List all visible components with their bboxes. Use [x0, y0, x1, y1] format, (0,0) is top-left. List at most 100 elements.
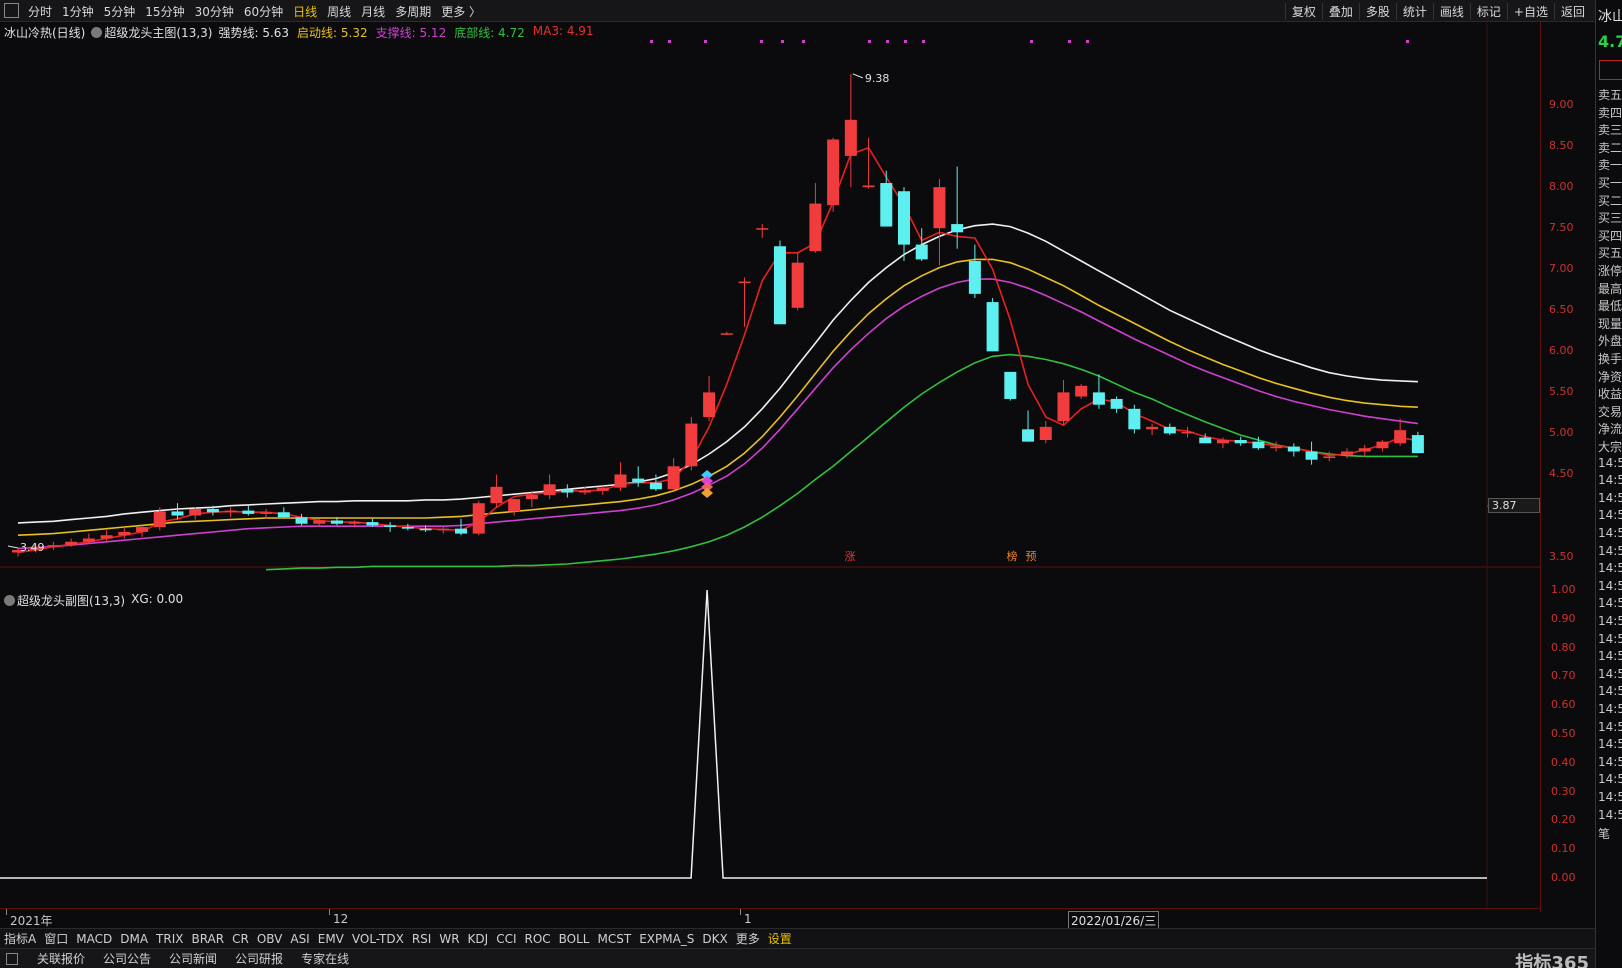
candle-body — [1110, 398, 1123, 409]
candle-body — [1039, 426, 1052, 441]
price-tick: 5.50 — [1549, 385, 1574, 399]
indicator-tab-16[interactable]: BOLL — [555, 932, 594, 946]
indicator-tab-3[interactable]: DMA — [116, 932, 152, 946]
tab-3[interactable]: 15分钟 — [145, 3, 184, 20]
event-tag[interactable]: 涨 — [845, 550, 856, 563]
tab-0[interactable]: 分时 — [28, 3, 52, 20]
indicator-tab-13[interactable]: KDJ — [464, 932, 493, 946]
toolbar-button-0[interactable]: 复权 — [1284, 3, 1322, 20]
indicator-tab-6[interactable]: CR — [228, 932, 253, 946]
candle-body — [880, 183, 893, 227]
event-tag[interactable]: 榜 — [1007, 549, 1018, 563]
sub-tick: 0.00 — [1551, 871, 1576, 884]
indicator-tab-9[interactable]: EMV — [314, 932, 348, 946]
status-link-2[interactable]: 公司新闻 — [160, 950, 226, 967]
quote-row-11: 最高 — [1598, 281, 1622, 296]
indicator-tab-12[interactable]: WR — [435, 932, 463, 946]
status-link-1[interactable]: 公司公告 — [94, 950, 160, 967]
line-bottom — [266, 353, 1418, 571]
quote-row-26: 14:5 — [1598, 543, 1622, 558]
tab-1[interactable]: 1分钟 — [62, 3, 94, 20]
toolbar-button-2[interactable]: 多股 — [1358, 3, 1396, 20]
candle — [472, 500, 485, 536]
toolbar-button-4[interactable]: 画线 — [1432, 3, 1470, 20]
quote-row-8: 买四 — [1598, 228, 1622, 243]
candle-body — [1216, 440, 1229, 444]
indicator-tab-1[interactable]: 窗口 — [40, 930, 72, 947]
tab-5[interactable]: 60分钟 — [244, 3, 283, 20]
indicator-tab-8[interactable]: ASI — [286, 932, 313, 946]
event-tag[interactable]: 预 — [1026, 550, 1037, 563]
signal-dot — [668, 40, 671, 43]
price-tick: 6.00 — [1549, 344, 1574, 358]
sub-tick: 0.90 — [1551, 611, 1576, 625]
quote-row-31: 14:5 — [1598, 631, 1622, 646]
toolbar-button-7[interactable]: 返回 — [1553, 3, 1591, 20]
window-toggle-button[interactable] — [4, 3, 19, 18]
tab-10[interactable]: 更多 〉 — [441, 3, 481, 20]
candle — [242, 505, 255, 516]
status-link-3[interactable]: 公司研报 — [226, 950, 292, 967]
tab-9[interactable]: 多周期 — [395, 3, 431, 20]
toolbar-button-5[interactable]: 标记 — [1469, 3, 1507, 20]
candle-body — [1394, 430, 1407, 444]
indicator-tab-20[interactable]: 更多 — [732, 930, 764, 947]
price-tick: 7.00 — [1549, 262, 1574, 276]
candle — [880, 170, 893, 227]
candle-body — [1146, 426, 1159, 430]
indicator-tab-11[interactable]: RSI — [408, 932, 436, 946]
indicator-tab-10[interactable]: VOL-TDX — [348, 932, 408, 946]
signal-dot — [704, 40, 707, 43]
indicator-tab-7[interactable]: OBV — [253, 932, 287, 946]
signal-dot — [1086, 40, 1089, 43]
tab-4[interactable]: 30分钟 — [195, 3, 234, 20]
indicator-tab-0[interactable]: 指标A — [0, 930, 40, 947]
indicator-tab-14[interactable]: CCI — [492, 932, 520, 946]
status-link-4[interactable]: 专家在线 — [292, 950, 358, 967]
candle — [1110, 396, 1123, 413]
quote-price: 4.7 — [1598, 32, 1622, 51]
indicator-tab-15[interactable]: ROC — [520, 932, 554, 946]
candle-body — [703, 392, 716, 418]
candle — [986, 297, 999, 352]
candle-body — [579, 490, 592, 493]
tab-6[interactable]: 日线 — [293, 3, 317, 20]
toolbar-button-6[interactable]: +自选 — [1506, 3, 1554, 20]
toolbar-button-3[interactable]: 统计 — [1395, 3, 1433, 20]
candle — [1163, 423, 1176, 436]
toolbar-button-1[interactable]: 叠加 — [1321, 3, 1359, 20]
quote-row-34: 14:5 — [1598, 684, 1622, 699]
indicator-tab-18[interactable]: EXPMA_S — [635, 932, 698, 946]
tab-8[interactable]: 月线 — [361, 3, 385, 20]
panel-toggle-button[interactable] — [6, 952, 18, 965]
price-tick: 4.50 — [1549, 467, 1574, 481]
candle-body — [773, 246, 786, 325]
tab-2[interactable]: 5分钟 — [104, 3, 136, 20]
indicator-tab-4[interactable]: TRIX — [152, 932, 187, 946]
status-link-0[interactable]: 关联报价 — [28, 950, 94, 967]
candle-body — [490, 486, 503, 504]
candle-body — [1075, 385, 1088, 397]
candle — [844, 73, 857, 188]
candle-body — [277, 512, 290, 518]
indicator-tab-2[interactable]: MACD — [72, 932, 116, 946]
candle-body — [1004, 371, 1017, 399]
sub-tick: 0.80 — [1551, 640, 1576, 654]
indicator-tab-5[interactable]: BRAR — [187, 932, 228, 946]
kline-chart[interactable]: 9.38 3.49 涨 榜预 — [0, 22, 1540, 908]
candle — [561, 484, 574, 498]
candle-body — [738, 281, 751, 284]
candle-body — [1252, 441, 1265, 449]
quote-action-box[interactable] — [1599, 60, 1622, 80]
candle — [401, 523, 414, 531]
quote-row-7: 买三 — [1598, 211, 1622, 226]
indicator-tab-21[interactable]: 设置 — [764, 930, 796, 947]
candle — [720, 331, 733, 335]
candle-body — [1199, 437, 1212, 444]
indicator-tab-19[interactable]: DKX — [698, 932, 731, 946]
tab-7[interactable]: 周线 — [327, 3, 351, 20]
indicator-tab-17[interactable]: MCST — [594, 932, 636, 946]
quote-row-24: 14:5 — [1598, 508, 1622, 523]
price-tick: 7.50 — [1549, 221, 1574, 235]
sub-tick: 1.00 — [1551, 583, 1576, 596]
